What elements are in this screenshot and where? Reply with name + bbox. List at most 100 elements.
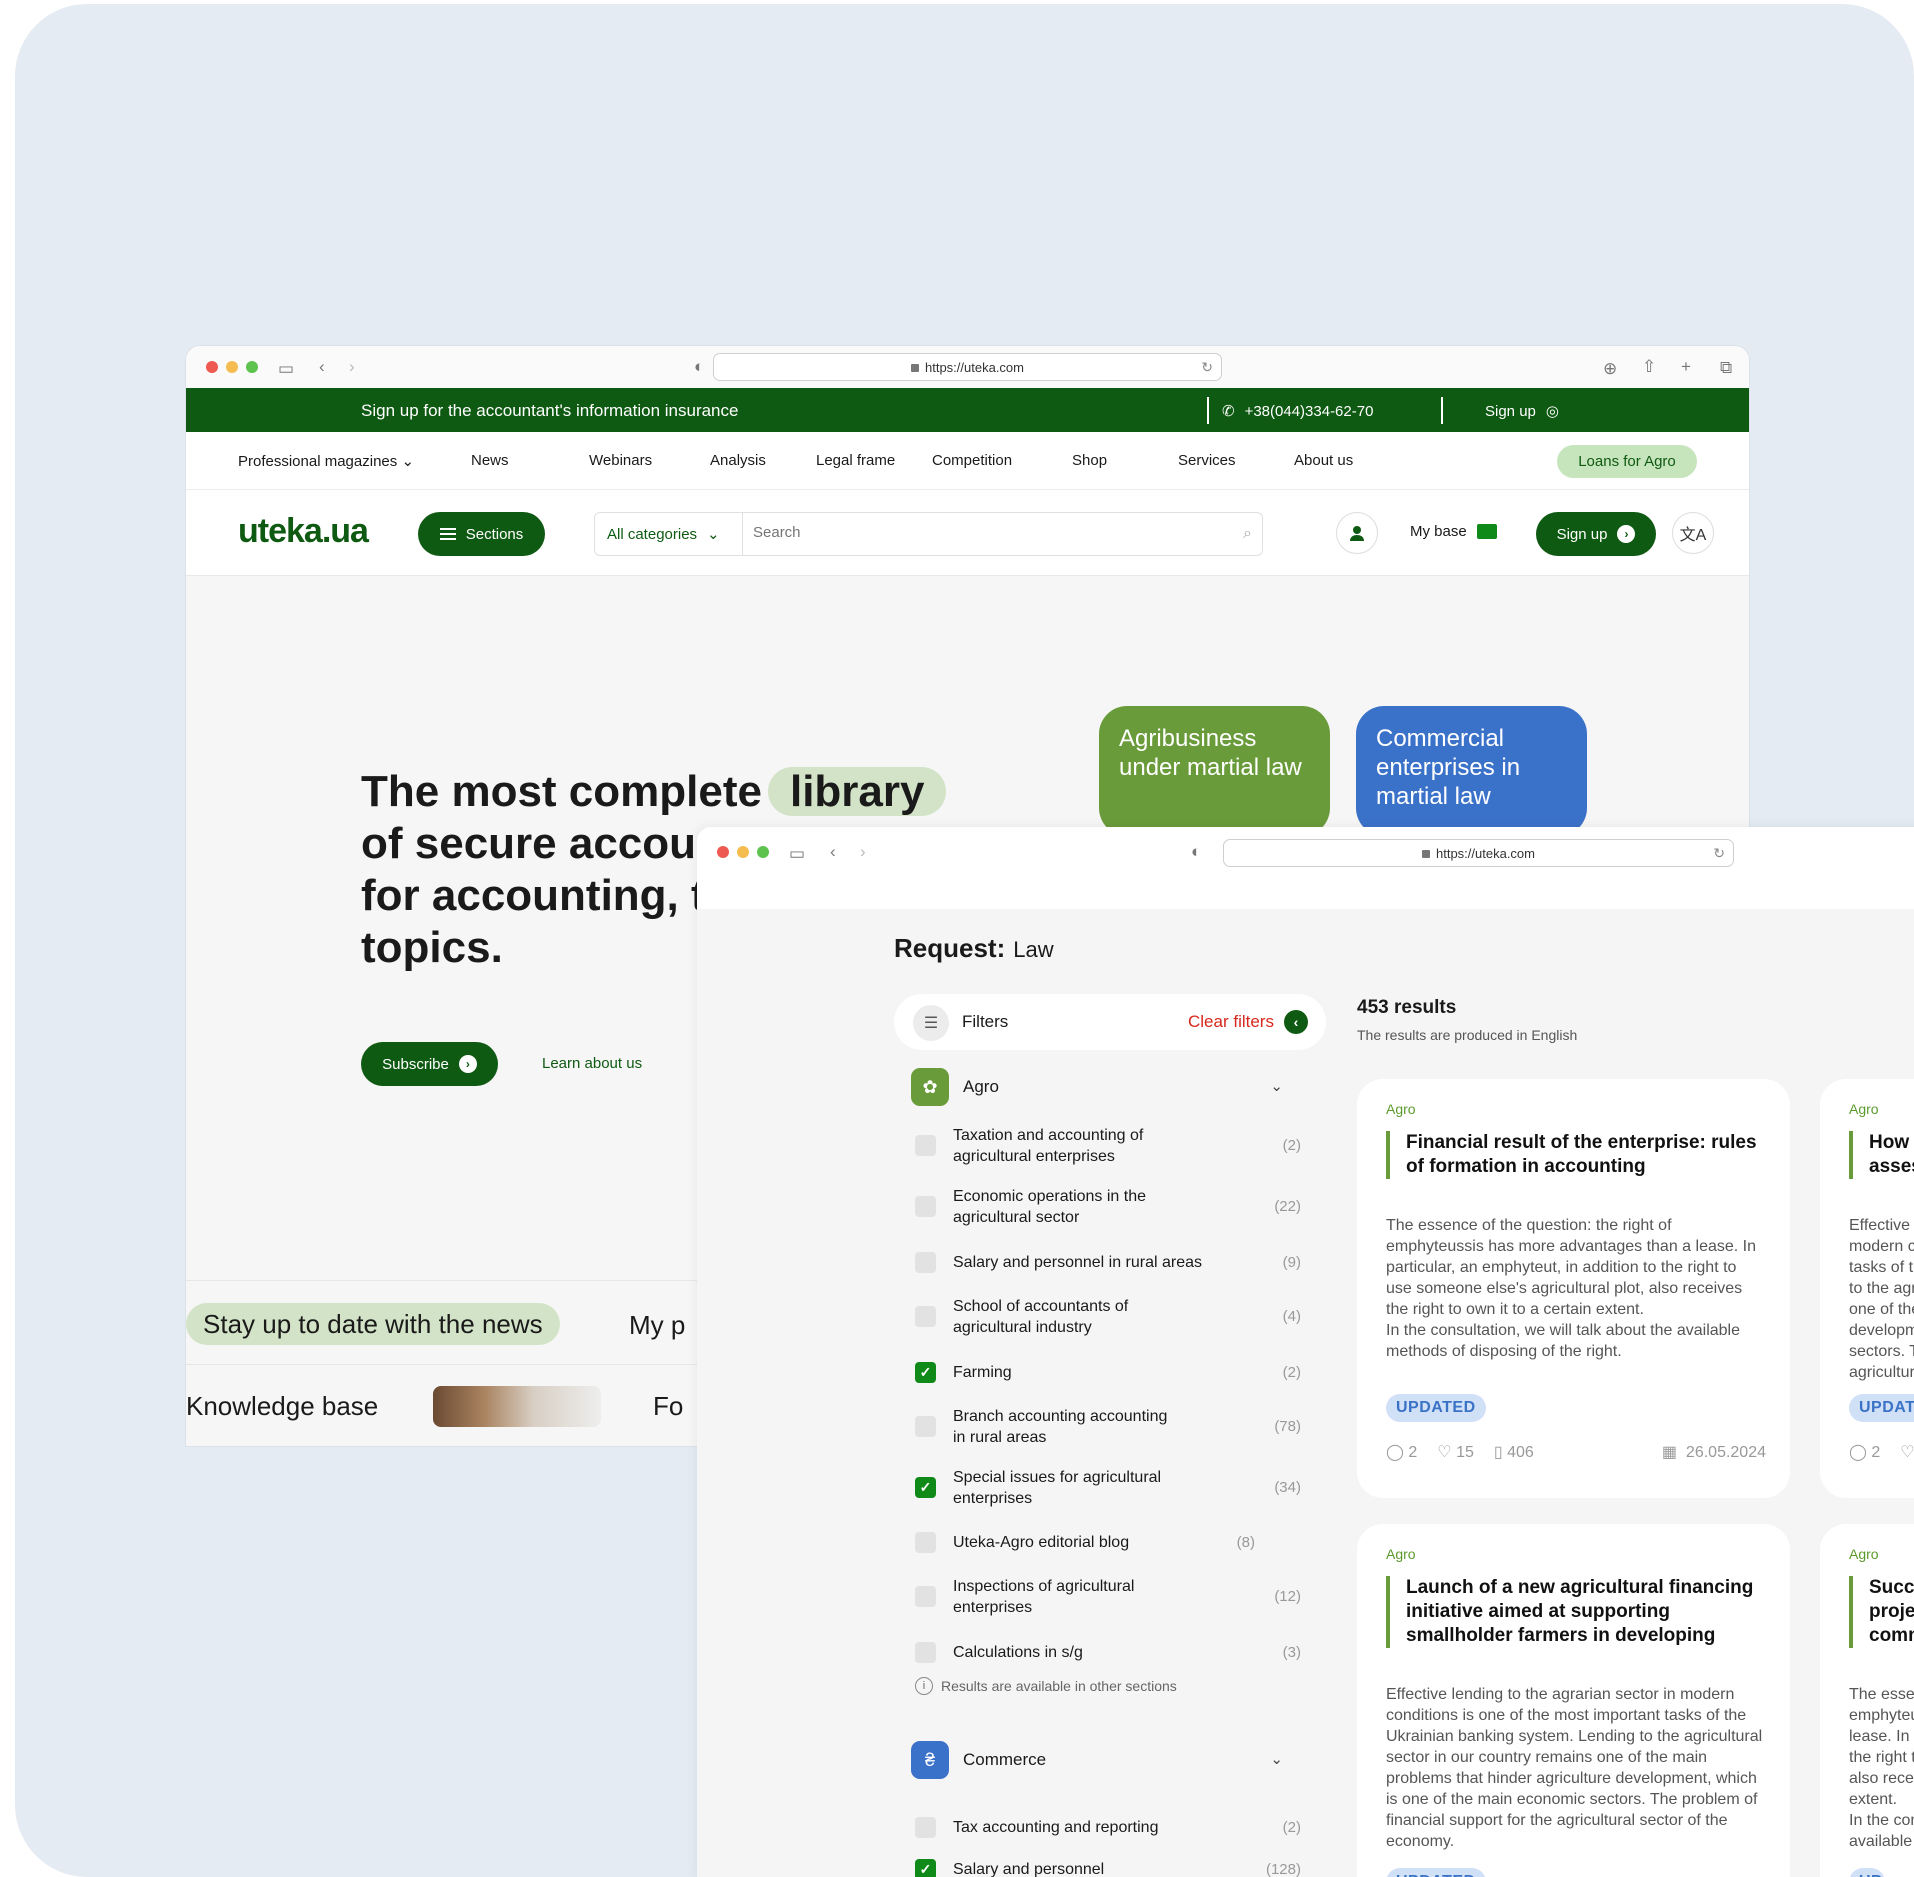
nav-shop[interactable]: Shop xyxy=(1072,452,1107,469)
article-card[interactable]: Agro Financial result of the enterprise:… xyxy=(1357,1079,1790,1498)
filter-section-agro[interactable]: ✿ Agro ⌄ xyxy=(911,1067,1311,1107)
close-window-dot[interactable] xyxy=(206,361,218,373)
nav-competition[interactable]: Competition xyxy=(932,452,1012,469)
checkbox[interactable] xyxy=(915,1532,936,1553)
category-select[interactable]: All categories ⌄ xyxy=(595,513,743,555)
collapse-filters-button[interactable]: ‹ xyxy=(1284,1010,1308,1034)
checkbox[interactable] xyxy=(915,1642,936,1663)
reload-icon[interactable]: ↻ xyxy=(1713,845,1725,862)
nav-about-us[interactable]: About us xyxy=(1294,452,1353,469)
nav-news[interactable]: News xyxy=(471,452,509,469)
promo-text[interactable]: Sign up for the accountant's information… xyxy=(361,401,738,421)
results-note: The results are produced in English xyxy=(1357,1027,1578,1043)
filter-option[interactable]: Economic operations in the agricultural … xyxy=(915,1186,1301,1228)
maximize-window-dot[interactable] xyxy=(246,361,258,373)
header-signup-button[interactable]: Sign up › xyxy=(1536,512,1656,556)
search-input[interactable] xyxy=(753,524,1213,541)
article-tag[interactable]: Agro xyxy=(1849,1546,1879,1562)
new-tab-icon[interactable]: + xyxy=(1681,358,1691,375)
filter-option[interactable]: Taxation and accounting of agricultural … xyxy=(915,1125,1301,1167)
maximize-window-dot[interactable] xyxy=(757,846,769,858)
back-icon[interactable]: ‹ xyxy=(830,843,836,860)
filter-option[interactable]: ✓ Farming (2) xyxy=(915,1362,1301,1383)
article-title[interactable]: Launch of a new agricultural financing i… xyxy=(1386,1576,1766,1648)
subscribe-button[interactable]: Subscribe › xyxy=(361,1042,498,1086)
address-bar[interactable]: https://uteka.com ↻ xyxy=(1223,839,1734,867)
nav-analysis[interactable]: Analysis xyxy=(710,452,766,469)
article-card[interactable]: Agro How d assess Effective le modern co… xyxy=(1820,1079,1914,1498)
nav-webinars[interactable]: Webinars xyxy=(589,452,652,469)
agribusiness-card[interactable]: Agribusiness under martial law xyxy=(1099,706,1330,836)
address-bar[interactable]: https://uteka.com ↻ xyxy=(713,353,1222,381)
comments-stat[interactable]: ◯ 2 xyxy=(1386,1442,1417,1462)
filter-option[interactable]: ✓ Special issues for agricultural enterp… xyxy=(915,1467,1301,1509)
commercial-card[interactable]: Commercial enterprises in martial law xyxy=(1356,706,1587,836)
back-icon[interactable]: ‹ xyxy=(319,358,325,375)
article-card[interactable]: Agro Launch of a new agricultural financ… xyxy=(1357,1524,1790,1877)
phone-link[interactable]: ✆ +38(044)334-62-70 xyxy=(1222,402,1373,421)
news-ticker-item[interactable]: My p xyxy=(629,1310,685,1341)
ticker-knowledge-base[interactable]: Knowledge base xyxy=(186,1391,378,1422)
share-icon[interactable]: ⇧ xyxy=(1642,358,1656,375)
filter-label: Special issues for agricultural enterpri… xyxy=(953,1469,1162,1507)
language-button[interactable]: 文A xyxy=(1672,512,1714,554)
likes-stat[interactable]: ♡ xyxy=(1900,1442,1914,1462)
profile-button[interactable] xyxy=(1336,512,1378,554)
filter-option[interactable]: Branch accounting accounting in rural ar… xyxy=(915,1406,1301,1448)
article-tag[interactable]: Agro xyxy=(1849,1101,1879,1117)
article-tag[interactable]: Agro xyxy=(1386,1546,1416,1562)
filter-option[interactable]: Uteka-Agro editorial blog (8) xyxy=(915,1532,1255,1553)
sections-button[interactable]: Sections xyxy=(418,512,545,556)
download-icon[interactable]: ⊕ xyxy=(1603,360,1617,377)
checkbox[interactable] xyxy=(915,1135,936,1156)
checkbox[interactable] xyxy=(915,1306,936,1327)
filter-option[interactable]: School of accountants of agricultural in… xyxy=(915,1296,1301,1338)
news-ticker-item[interactable]: Stay up to date with the news xyxy=(186,1303,560,1345)
minimize-window-dot[interactable] xyxy=(226,361,238,373)
close-window-dot[interactable] xyxy=(717,846,729,858)
tabs-overview-icon[interactable]: ⧉ xyxy=(1720,359,1732,376)
topbar-signup-link[interactable]: Sign up ◎ xyxy=(1485,402,1559,421)
nav-services[interactable]: Services xyxy=(1178,452,1236,469)
filter-option[interactable]: Inspections of agricultural enterprises … xyxy=(915,1576,1301,1618)
article-card[interactable]: Agro Succes projec commu The essen emphy… xyxy=(1820,1524,1914,1877)
clear-filters-link[interactable]: Clear filters xyxy=(1188,1012,1274,1032)
nav-professional-magazines[interactable]: Professional magazines ⌄ xyxy=(238,452,414,470)
loans-for-agro-button[interactable]: Loans for Agro xyxy=(1557,445,1697,478)
site-logo[interactable]: uteka.ua xyxy=(238,512,369,551)
filter-option[interactable]: Calculations in s/g (3) xyxy=(915,1642,1301,1663)
comments-stat[interactable]: ◯ 2 xyxy=(1849,1442,1880,1462)
article-title[interactable]: Financial result of the enterprise: rule… xyxy=(1386,1131,1766,1179)
likes-stat[interactable]: ♡ 15 xyxy=(1437,1442,1474,1462)
reload-icon[interactable]: ↻ xyxy=(1201,359,1213,376)
minimize-window-dot[interactable] xyxy=(737,846,749,858)
checkbox[interactable] xyxy=(915,1252,936,1273)
filter-section-commerce[interactable]: ₴ Commerce ⌄ xyxy=(911,1740,1311,1780)
ticker-item[interactable]: Fo xyxy=(653,1391,683,1422)
article-tag[interactable]: Agro xyxy=(1386,1101,1416,1117)
checkbox-checked[interactable]: ✓ xyxy=(915,1477,936,1498)
shield-icon: ◐ xyxy=(694,357,705,376)
nav-legal-frame[interactable]: Legal frame xyxy=(816,452,895,469)
filter-option[interactable]: Tax accounting and reporting (2) xyxy=(915,1817,1301,1838)
checkbox[interactable] xyxy=(915,1196,936,1217)
filter-count: (2) xyxy=(1282,1137,1301,1154)
checkbox-checked[interactable]: ✓ xyxy=(915,1362,936,1383)
sidebar-toggle-icon[interactable]: ▭ xyxy=(278,360,294,377)
forward-icon[interactable]: › xyxy=(349,358,355,375)
search-icon[interactable]: ⌕ xyxy=(1243,525,1252,543)
chevron-down-icon[interactable]: ⌄ xyxy=(1270,1077,1283,1095)
checkbox-checked[interactable]: ✓ xyxy=(915,1859,936,1877)
learn-about-us-link[interactable]: Learn about us xyxy=(542,1055,642,1072)
my-base-link[interactable]: My base xyxy=(1410,523,1497,540)
chevron-down-icon[interactable]: ⌄ xyxy=(1270,1750,1283,1768)
article-title[interactable]: Succes projec commu xyxy=(1849,1576,1914,1648)
filter-option[interactable]: Salary and personnel in rural areas (9) xyxy=(915,1252,1301,1273)
sidebar-toggle-icon[interactable]: ▭ xyxy=(789,845,805,862)
checkbox[interactable] xyxy=(915,1817,936,1838)
article-title[interactable]: How d assess xyxy=(1849,1131,1914,1179)
checkbox[interactable] xyxy=(915,1586,936,1607)
checkbox[interactable] xyxy=(915,1416,936,1437)
filter-option[interactable]: ✓ Salary and personnel (128) xyxy=(915,1859,1301,1877)
forward-icon[interactable]: › xyxy=(860,843,866,860)
